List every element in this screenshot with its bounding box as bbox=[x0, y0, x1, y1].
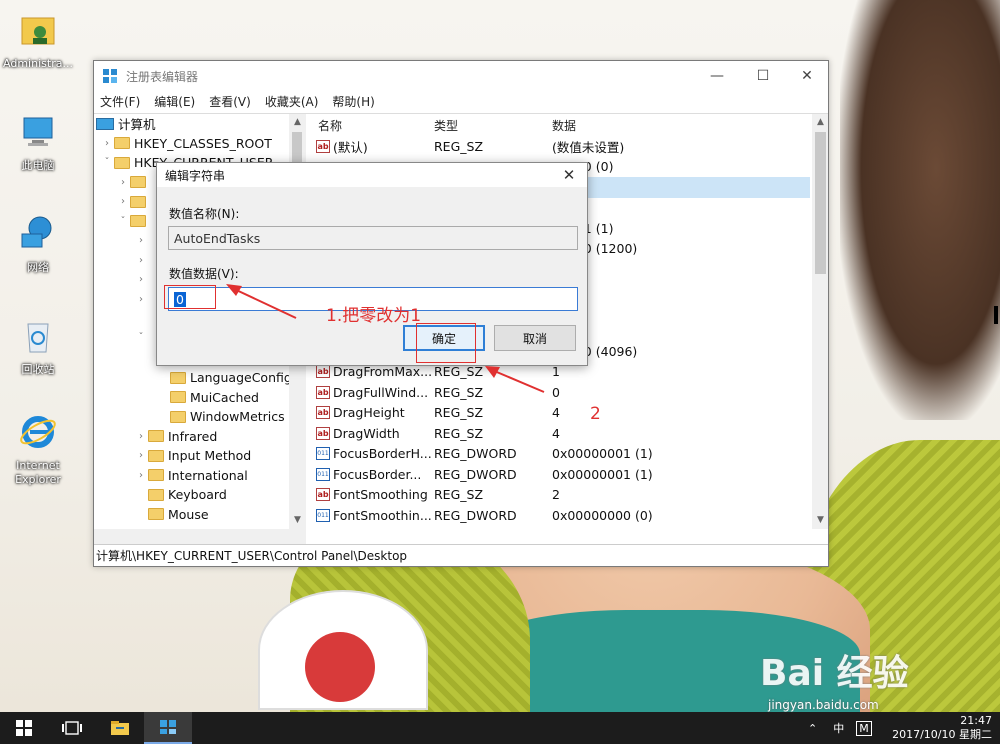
baidu-watermark: Bai 经验 bbox=[760, 653, 909, 694]
annotation-arrows bbox=[226, 284, 545, 393]
notification-arrow-icon[interactable]: ⌃ bbox=[808, 722, 817, 735]
tray-icons: ⌃ 中 M bbox=[808, 712, 872, 744]
start-button[interactable] bbox=[0, 712, 48, 744]
task-view-button[interactable] bbox=[48, 712, 96, 744]
file-explorer-button[interactable] bbox=[96, 712, 144, 744]
mouse-cursor-icon bbox=[994, 306, 998, 324]
ime-indicator[interactable]: 中 bbox=[833, 720, 844, 736]
annotation-step-2: 2 bbox=[590, 404, 601, 424]
system-clock[interactable]: 21:47 2017/10/10 星期二 bbox=[892, 714, 992, 742]
clock-date: 2017/10/10 星期二 bbox=[892, 728, 992, 741]
annotation-arrowhead-1 bbox=[226, 284, 242, 296]
taskbar: ⌃ 中 M 21:47 2017/10/10 星期二 bbox=[0, 712, 1000, 744]
annotation-arrow-2 bbox=[491, 369, 545, 393]
windows-logo-icon bbox=[16, 720, 32, 736]
regedit-taskbar-button[interactable] bbox=[144, 712, 192, 744]
regedit-taskbar-icon bbox=[160, 720, 176, 734]
annotation-arrow-1 bbox=[231, 287, 297, 319]
baidu-watermark-url: jingyan.baidu.com bbox=[768, 698, 879, 712]
ime-mode-indicator[interactable]: M bbox=[856, 720, 872, 736]
task-view-icon bbox=[62, 721, 82, 735]
annotation-step-1: 1.把零改为1 bbox=[326, 306, 422, 326]
clock-time: 21:47 bbox=[960, 714, 992, 727]
file-explorer-icon bbox=[111, 721, 129, 735]
